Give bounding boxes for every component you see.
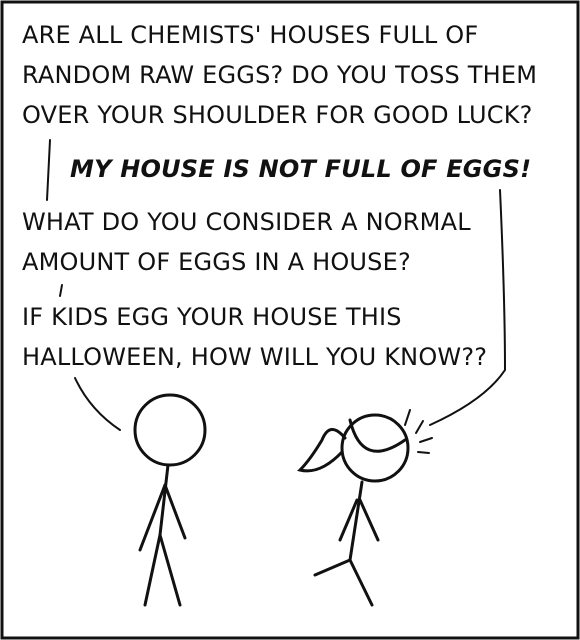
dialogue-line-1: ARE ALL CHEMISTS' HOUSES FULL OF bbox=[22, 21, 479, 49]
ponytail bbox=[297, 428, 347, 473]
speech-tail-left-bottom bbox=[74, 377, 121, 431]
speech-tail-left-top bbox=[46, 139, 51, 201]
dialogue-line-2: RANDOM RAW EGGS? DO YOU TOSS THEM bbox=[22, 61, 538, 89]
speech-tail-left-mid bbox=[59, 284, 63, 297]
stick-figure-left bbox=[133, 393, 207, 607]
dialogue-line-7: HALLOWEEN, HOW WILL YOU KNOW?? bbox=[22, 343, 488, 371]
leg-right-2 bbox=[348, 558, 374, 607]
dialogue-reply: MY HOUSE IS NOT FULL OF EGGS! bbox=[70, 155, 532, 183]
stick-figure-right bbox=[297, 413, 410, 607]
leg-left-2 bbox=[158, 533, 182, 607]
leg-left-1 bbox=[143, 533, 162, 607]
dialogue-line-5: AMOUNT OF EGGS IN A HOUSE? bbox=[22, 248, 411, 276]
dialogue-line-6: IF KIDS EGG YOUR HOUSE THIS bbox=[22, 303, 402, 331]
body-right bbox=[348, 480, 364, 562]
arm-right-2 bbox=[358, 498, 380, 542]
dialogue-line-3: OVER YOUR SHOULDER FOR GOOD LUCK? bbox=[22, 101, 533, 129]
head-left bbox=[133, 393, 207, 467]
leg-right-1 bbox=[313, 558, 352, 577]
dialogue-line-4: WHAT DO YOU CONSIDER A NORMAL bbox=[22, 208, 471, 236]
body-left bbox=[158, 463, 170, 537]
comic-panel: ARE ALL CHEMISTS' HOUSES FULL OF RANDOM … bbox=[0, 0, 580, 640]
arm-left-2 bbox=[163, 483, 187, 540]
